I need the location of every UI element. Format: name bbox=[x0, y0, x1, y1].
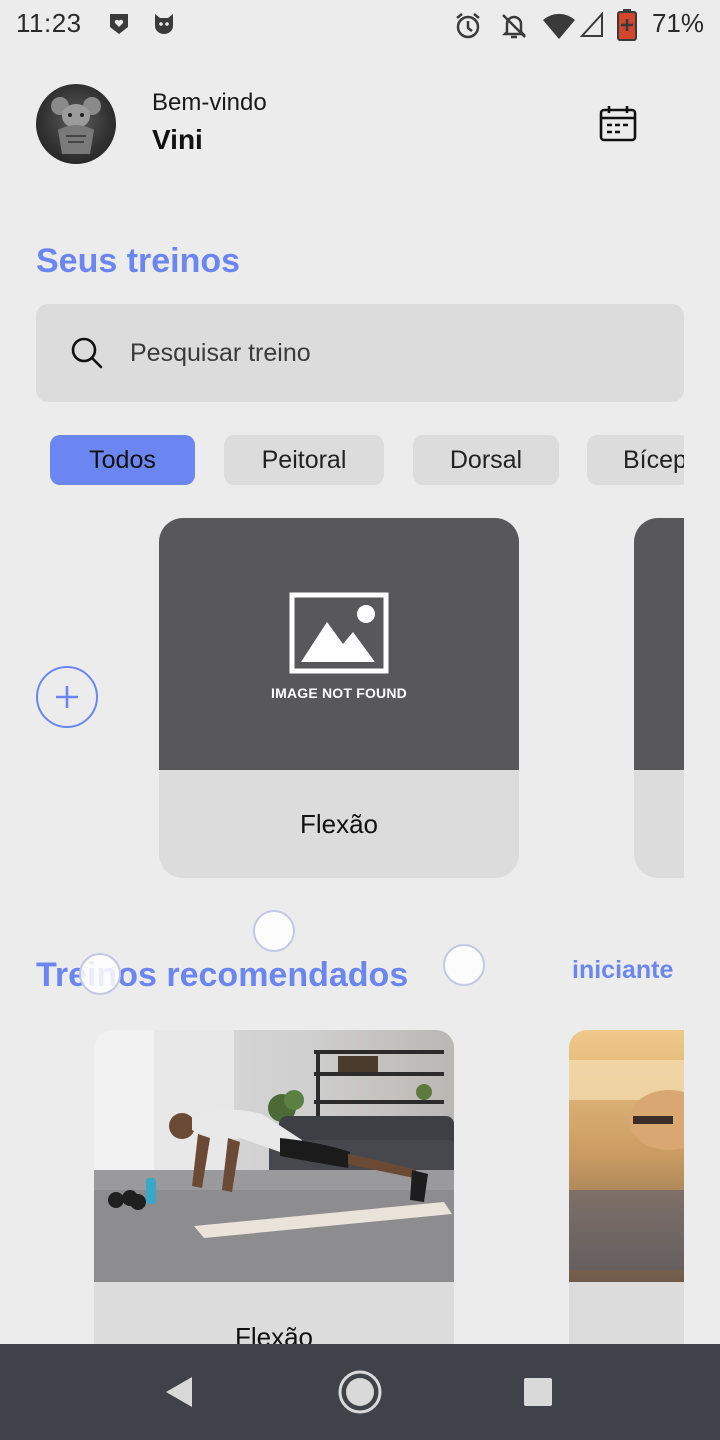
pushup-photo bbox=[94, 1030, 454, 1282]
cell-signal-icon bbox=[579, 11, 604, 43]
heart-shield-icon bbox=[108, 12, 130, 41]
workout-card-partial[interactable] bbox=[634, 518, 684, 878]
recommended-card-label: Flexão bbox=[234, 1322, 314, 1344]
status-bar: 11:23 71% bbox=[0, 0, 720, 52]
chip-peitoral[interactable]: Peitoral bbox=[224, 435, 384, 485]
username: Vini bbox=[152, 124, 203, 155]
chip-dorsal[interactable]: Dorsal bbox=[413, 435, 559, 485]
chip-biceps[interactable]: Bícep bbox=[587, 435, 684, 485]
section-title-workouts: Seus treinos bbox=[36, 242, 241, 280]
battery-icon bbox=[616, 9, 638, 46]
status-time: 11:23 bbox=[16, 8, 82, 38]
wifi-icon bbox=[542, 12, 576, 45]
image-placeholder: IMAGE NOT FOUND bbox=[159, 592, 519, 701]
recents-icon[interactable] bbox=[514, 1368, 562, 1416]
back-icon[interactable] bbox=[156, 1368, 204, 1416]
gym-photo bbox=[569, 1030, 684, 1282]
workout-card[interactable]: IMAGE NOT FOUND Flexão bbox=[159, 518, 519, 878]
welcome-text: Bem-vindo bbox=[152, 89, 267, 116]
workout-card-image bbox=[634, 518, 684, 770]
category-chips: Todos Peitoral Dorsal Bícep bbox=[36, 435, 684, 485]
image-not-found-icon bbox=[289, 592, 389, 674]
search-bar[interactable] bbox=[36, 304, 684, 402]
workout-card-label bbox=[634, 770, 684, 878]
touch-indicator bbox=[79, 953, 121, 995]
notifications-off-icon bbox=[500, 12, 528, 45]
recommended-card[interactable]: Flexão bbox=[94, 1030, 454, 1344]
level-link[interactable]: iniciante bbox=[572, 956, 673, 985]
battery-percent: 71% bbox=[651, 8, 704, 38]
workout-card-image: IMAGE NOT FOUND bbox=[159, 518, 519, 770]
workout-card-label: Flexão bbox=[299, 808, 379, 839]
touch-indicator bbox=[443, 944, 485, 986]
search-icon bbox=[70, 336, 104, 375]
search-input[interactable] bbox=[130, 304, 650, 402]
cat-icon bbox=[152, 12, 176, 39]
calendar-icon[interactable] bbox=[594, 100, 642, 148]
workout-carousel: IMAGE NOT FOUND Flexão bbox=[0, 518, 684, 880]
navigation-bar bbox=[0, 1344, 720, 1440]
avatar[interactable] bbox=[36, 84, 116, 164]
recommended-carousel: Flexão bbox=[0, 1030, 684, 1344]
touch-indicator bbox=[253, 910, 295, 952]
recommended-card-partial[interactable] bbox=[569, 1030, 684, 1344]
chip-todos[interactable]: Todos bbox=[50, 435, 195, 485]
alarm-icon bbox=[454, 12, 482, 45]
home-icon[interactable] bbox=[336, 1368, 384, 1416]
image-not-found-text: IMAGE NOT FOUND bbox=[271, 685, 407, 701]
